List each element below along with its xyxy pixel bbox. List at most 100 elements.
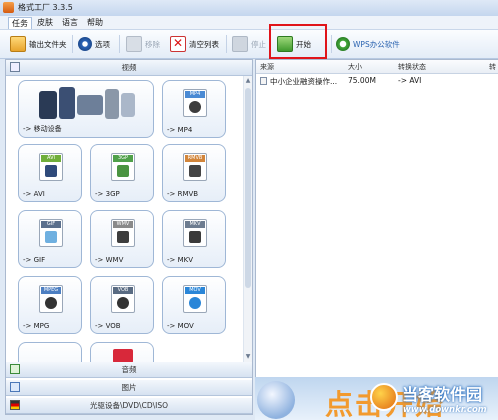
category-pane: 视频 -> 移动设备 MP4 -> MP4 AVI -> AVI 3GP -> … <box>5 59 253 415</box>
mkv-file-icon: MKV <box>183 219 207 247</box>
tile-label: -> RMVB <box>167 190 199 198</box>
tile-label: -> GIF <box>23 256 46 264</box>
section-rom-label: 光驱设备\DVD\CD\ISO <box>89 401 169 410</box>
file-icon <box>260 77 267 85</box>
remove-icon <box>126 36 142 52</box>
tile-mobile-devices[interactable]: -> 移动设备 <box>18 80 154 138</box>
output-folder-button[interactable]: 输出文件夹 <box>10 35 67 53</box>
section-image[interactable]: 图片 <box>6 380 252 396</box>
tile-rmvb[interactable]: RMVB -> RMVB <box>162 144 226 202</box>
column-size[interactable]: 大小 <box>348 62 362 72</box>
tile-label: -> VOB <box>95 322 121 330</box>
section-video[interactable]: 视频 <box>6 60 252 76</box>
tile-mpg[interactable]: MPEG -> MPG <box>18 276 82 334</box>
tile-label: -> AVI <box>23 190 45 198</box>
tile-mkv[interactable]: MKV -> MKV <box>162 210 226 268</box>
task-list: 来源 大小 转换状态 转 中小企业融资操作... 75.00M -> AVI <box>255 59 498 378</box>
mobile-devices-icon <box>39 85 135 121</box>
row-status: -> AVI <box>398 76 422 85</box>
table-row[interactable]: 中小企业融资操作... 75.00M -> AVI <box>256 74 498 88</box>
video-icon <box>10 62 20 72</box>
start-button-highlight <box>269 24 327 59</box>
menu-language[interactable]: 语言 <box>59 17 81 28</box>
tile-mp4[interactable]: MP4 -> MP4 <box>162 80 226 138</box>
tile-label: -> MKV <box>167 256 194 264</box>
section-image-label: 图片 <box>121 383 137 392</box>
remove-label: 移除 <box>145 39 160 49</box>
tile-label: -> WMV <box>95 256 124 264</box>
file-tag: GIF <box>41 221 61 228</box>
germany-flag-icon <box>10 400 20 410</box>
file-tag: MP4 <box>185 91 205 98</box>
watermark-logo-icon <box>370 383 398 411</box>
menu-help[interactable]: 帮助 <box>84 17 106 28</box>
site-watermark: 当客软件园 www.downkr.com <box>370 381 498 420</box>
toolbar-divider <box>226 35 227 53</box>
music-icon <box>10 364 20 374</box>
wmv-file-icon: WMV <box>111 219 135 247</box>
tile-label: -> MPG <box>23 322 50 330</box>
format-factory-logo-icon <box>257 381 295 419</box>
file-tag: 3GP <box>113 155 133 162</box>
window-title: 格式工厂 3.3.5 <box>18 3 73 12</box>
file-tag: WMV <box>113 221 133 228</box>
menu-bar: 任务 皮肤 语言 帮助 <box>0 16 498 30</box>
wps-office-label: WPS办公软件 <box>353 39 400 49</box>
section-audio[interactable]: 音频 <box>6 362 252 378</box>
file-tag: AVI <box>41 155 61 162</box>
video-format-grid: -> 移动设备 MP4 -> MP4 AVI -> AVI 3GP -> 3GP <box>6 76 242 362</box>
red-file-icon <box>113 349 133 362</box>
tile-label: -> 移动设备 <box>23 125 62 133</box>
remove-button[interactable]: 移除 <box>126 35 160 53</box>
scroll-up-icon[interactable]: ▲ <box>245 78 251 84</box>
toolbar-divider <box>331 35 332 53</box>
mp4-file-icon: MP4 <box>183 89 207 117</box>
scroll-thumb[interactable] <box>245 88 251 288</box>
clear-list-button[interactable]: ✕ 清空列表 <box>170 35 219 53</box>
gear-icon <box>78 37 92 51</box>
options-label: 选项 <box>95 39 110 49</box>
mov-file-icon: MOV <box>183 285 207 313</box>
gif-file-icon: GIF <box>39 219 63 247</box>
vob-file-icon: VOB <box>111 285 135 313</box>
file-tag: RMVB <box>185 155 205 162</box>
avi-file-icon: AVI <box>39 153 63 181</box>
tile-mov[interactable]: MOV -> MOV <box>162 276 226 334</box>
watermark-name: 当客软件园 <box>402 385 483 404</box>
tile-avi[interactable]: AVI -> AVI <box>18 144 82 202</box>
toolbar: 输出文件夹 选项 移除 ✕ 清空列表 停止 开始 WPS办公软件 <box>0 30 498 59</box>
section-rom[interactable]: 光驱设备\DVD\CD\ISO <box>6 398 252 414</box>
tile-wmv[interactable]: WMV -> WMV <box>90 210 154 268</box>
3gp-file-icon: 3GP <box>111 153 135 181</box>
tile-partial[interactable] <box>90 342 154 362</box>
stop-button[interactable]: 停止 <box>232 35 266 53</box>
scroll-down-icon[interactable]: ▼ <box>245 354 251 360</box>
tile-vob[interactable]: VOB -> VOB <box>90 276 154 334</box>
clear-list-label: 清空列表 <box>189 39 219 49</box>
title-bar: 格式工厂 3.3.5 <box>0 0 498 17</box>
options-button[interactable]: 选项 <box>78 35 110 53</box>
tile-gif[interactable]: GIF -> GIF <box>18 210 82 268</box>
menu-task[interactable]: 任务 <box>8 17 32 29</box>
mpg-file-icon: MPEG <box>39 285 63 313</box>
wps-logo-icon <box>336 37 350 51</box>
toolbar-divider <box>119 35 120 53</box>
tile-partial[interactable] <box>18 342 82 362</box>
column-source[interactable]: 来源 <box>260 62 274 72</box>
stop-icon <box>232 36 248 52</box>
menu-skin[interactable]: 皮肤 <box>34 17 56 28</box>
task-list-header: 来源 大小 转换状态 转 <box>256 60 498 74</box>
section-audio-label: 音频 <box>121 365 137 374</box>
wps-office-button[interactable]: WPS办公软件 <box>336 35 400 53</box>
file-tag: VOB <box>113 287 133 294</box>
picture-icon <box>10 382 20 392</box>
column-status[interactable]: 转换状态 <box>398 62 426 72</box>
folder-icon <box>10 36 26 52</box>
stop-label: 停止 <box>251 39 266 49</box>
category-scrollbar[interactable]: ▲ ▼ <box>243 76 252 362</box>
output-folder-label: 输出文件夹 <box>29 39 67 49</box>
watermark-url: www.downkr.com <box>403 405 487 415</box>
column-extra[interactable]: 转 <box>489 62 496 72</box>
tile-3gp[interactable]: 3GP -> 3GP <box>90 144 154 202</box>
section-video-label: 视频 <box>121 63 137 72</box>
